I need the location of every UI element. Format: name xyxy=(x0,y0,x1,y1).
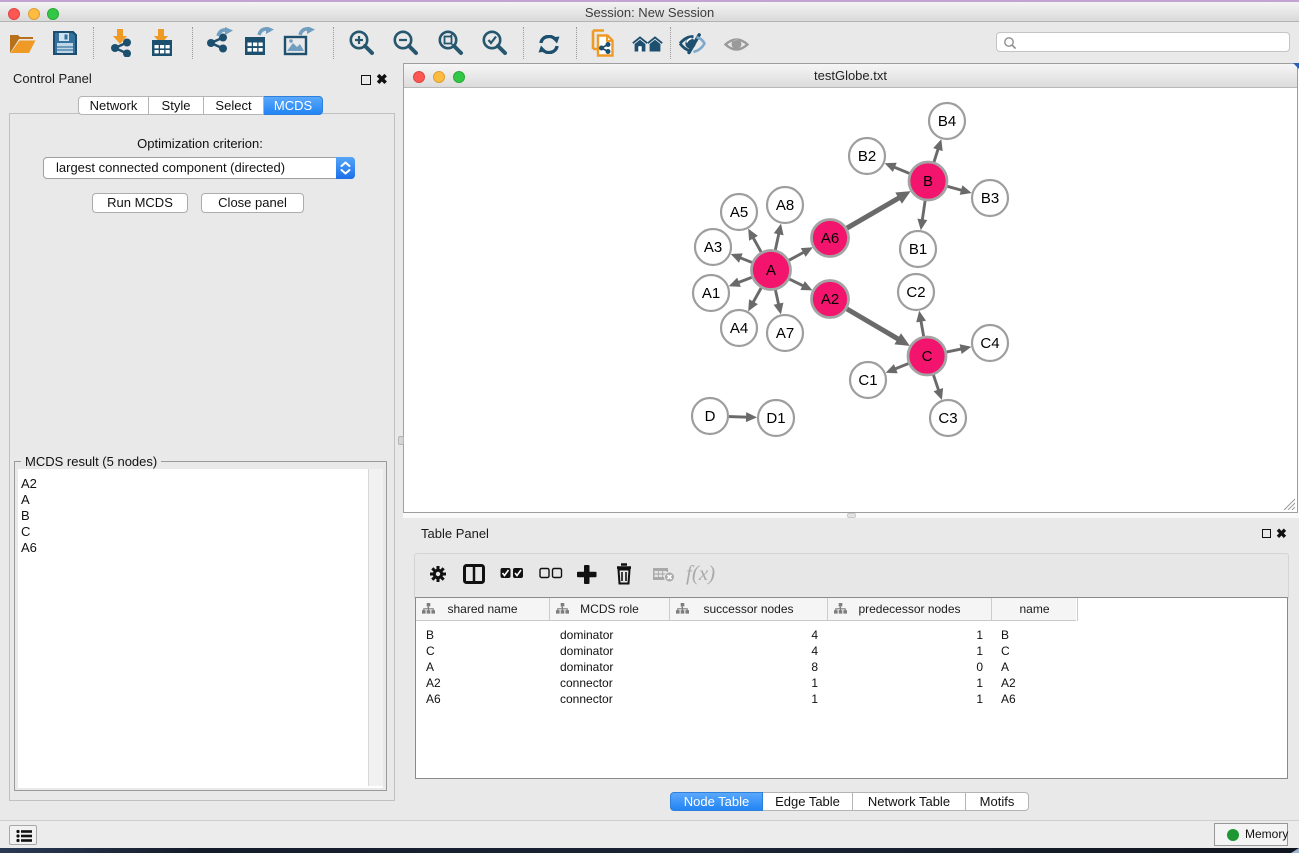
svg-text:A7: A7 xyxy=(776,325,794,342)
svg-text:C2: C2 xyxy=(906,284,925,301)
svg-text:D1: D1 xyxy=(766,410,785,427)
svg-text:A: A xyxy=(766,262,776,279)
svg-text:B4: B4 xyxy=(938,113,956,130)
svg-text:C3: C3 xyxy=(938,410,957,427)
svg-text:A8: A8 xyxy=(776,197,794,214)
svg-text:A6: A6 xyxy=(821,230,839,247)
svg-text:A2: A2 xyxy=(821,291,839,308)
svg-text:B: B xyxy=(923,173,933,190)
svg-text:A5: A5 xyxy=(730,204,748,221)
svg-text:D: D xyxy=(705,408,716,425)
svg-text:B1: B1 xyxy=(909,241,927,258)
svg-text:B2: B2 xyxy=(858,148,876,165)
svg-text:A1: A1 xyxy=(702,285,720,302)
svg-text:C1: C1 xyxy=(858,372,877,389)
svg-text:C: C xyxy=(922,348,933,365)
svg-text:A4: A4 xyxy=(730,320,748,337)
svg-text:B3: B3 xyxy=(981,190,999,207)
svg-text:C4: C4 xyxy=(980,335,999,352)
svg-text:A3: A3 xyxy=(704,239,722,256)
